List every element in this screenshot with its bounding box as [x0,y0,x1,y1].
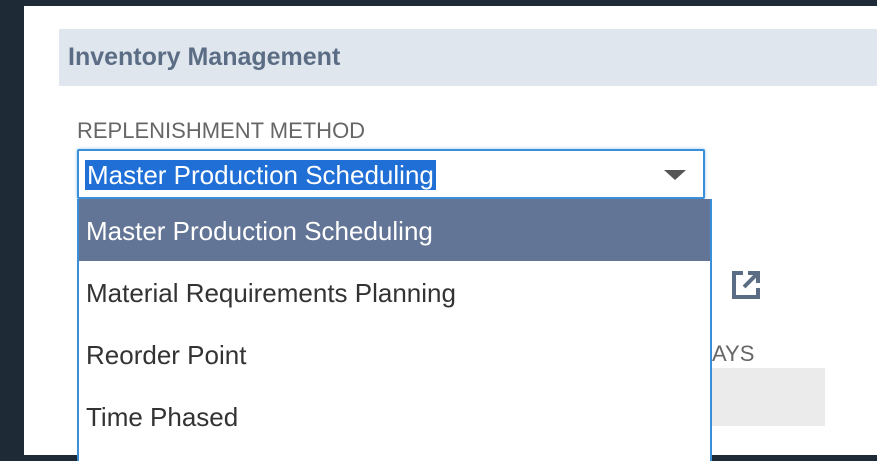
option-label: Time Phased [86,402,239,432]
section-header: Inventory Management [59,29,877,86]
option-reorder-point[interactable]: Reorder Point [79,323,710,385]
option-time-phased[interactable]: Time Phased [79,385,710,447]
option-master-production-scheduling[interactable]: Master Production Scheduling [79,199,710,261]
option-label: Master Production Scheduling [86,216,433,246]
main-panel: Inventory Management REPLENISHMENT METHO… [24,6,877,461]
option-label: Reorder Point [86,340,247,370]
select-value: Master Production Scheduling [85,160,436,190]
replenishment-method-select[interactable]: Master Production Scheduling [77,149,705,199]
caret-down-icon[interactable] [664,170,686,180]
lead-time-days-label: AYS [712,341,755,366]
external-link-icon[interactable] [729,268,763,302]
replenishment-method-dropdown: Master Production Scheduling Material Re… [77,199,712,461]
option-label: Material Requirements Planning [86,278,456,308]
option-material-requirements-planning[interactable]: Material Requirements Planning [79,261,710,323]
section-title: Inventory Management [68,43,341,71]
lead-time-days-field[interactable] [701,368,825,426]
replenishment-method-label: REPLENISHMENT METHOD [77,118,366,143]
